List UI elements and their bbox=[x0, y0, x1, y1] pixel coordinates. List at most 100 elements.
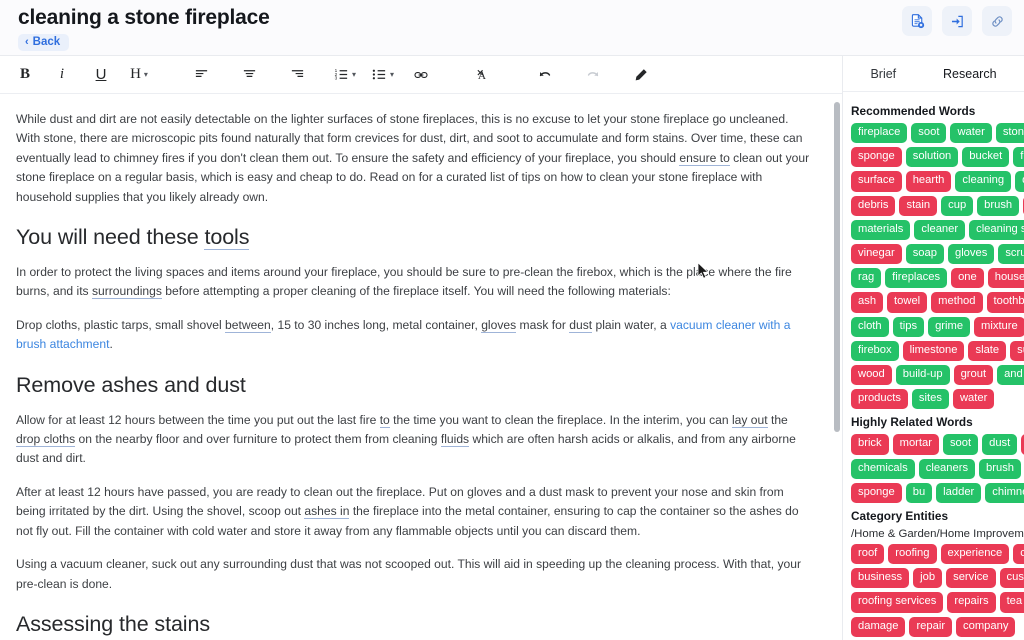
align-center-button[interactable] bbox=[236, 61, 262, 89]
suggestion-tools[interactable]: tools bbox=[204, 225, 249, 251]
word-chip[interactable]: grout bbox=[953, 365, 994, 386]
word-chip[interactable]: hearth bbox=[905, 171, 952, 192]
word-chip[interactable]: cup bbox=[941, 195, 974, 216]
document-scroll-area[interactable]: While dust and dirt are not easily detec… bbox=[0, 94, 842, 640]
word-chip[interactable]: sites bbox=[911, 389, 949, 410]
align-left-button[interactable] bbox=[188, 61, 214, 89]
suggestion-gloves[interactable]: gloves bbox=[481, 317, 517, 333]
word-chip[interactable]: surface bbox=[851, 171, 902, 192]
word-chip[interactable]: mixture bbox=[974, 316, 1024, 337]
copy-link-button[interactable] bbox=[982, 6, 1012, 36]
word-chip[interactable]: tips bbox=[892, 316, 925, 337]
word-chip[interactable]: fireplaces bbox=[885, 268, 948, 289]
ordered-list-button[interactable]: 123 ▾ bbox=[332, 61, 358, 89]
word-chip[interactable]: limestone bbox=[902, 340, 965, 362]
word-chip[interactable]: build-up bbox=[895, 365, 950, 386]
bold-button[interactable]: B bbox=[12, 61, 38, 89]
word-chip[interactable]: materials bbox=[851, 219, 911, 241]
word-chip[interactable]: water bbox=[952, 389, 995, 410]
word-chip[interactable]: sponge bbox=[851, 147, 902, 168]
word-chip[interactable]: co bbox=[1013, 544, 1024, 565]
word-chip[interactable]: one bbox=[951, 268, 984, 289]
editor-vertical-scrollbar[interactable] bbox=[834, 102, 840, 432]
word-chip[interactable]: business bbox=[851, 568, 910, 589]
word-chip[interactable]: firebox bbox=[851, 340, 899, 362]
redo-button[interactable] bbox=[580, 61, 606, 89]
word-chip[interactable]: towel bbox=[887, 292, 928, 313]
export-button[interactable] bbox=[942, 6, 972, 36]
back-button[interactable]: ‹ Back bbox=[18, 34, 70, 51]
word-chip[interactable]: roofing services bbox=[851, 592, 944, 613]
word-chip[interactable]: bucket bbox=[962, 147, 1010, 168]
suggestion-drop-cloths[interactable]: drop cloths bbox=[16, 432, 76, 448]
underline-button[interactable]: U bbox=[88, 61, 114, 89]
word-chip[interactable]: brush bbox=[979, 458, 1022, 479]
tab-research[interactable]: Research bbox=[937, 63, 1003, 85]
word-chip[interactable]: fireplace bbox=[851, 123, 908, 144]
word-chip[interactable]: roofing bbox=[888, 544, 937, 565]
word-chip[interactable]: debris bbox=[851, 195, 896, 216]
word-chip[interactable]: cleaner bbox=[914, 219, 966, 241]
insert-link-button[interactable] bbox=[408, 61, 434, 89]
document-content[interactable]: While dust and dirt are not easily detec… bbox=[16, 110, 814, 640]
word-chip[interactable]: service bbox=[946, 568, 996, 589]
document-settings-button[interactable] bbox=[902, 6, 932, 36]
word-chip[interactable]: ladder bbox=[936, 482, 982, 504]
word-chip[interactable]: repairs bbox=[947, 592, 996, 613]
word-chip[interactable]: bu bbox=[905, 482, 933, 504]
align-right-button[interactable] bbox=[284, 61, 310, 89]
word-chip[interactable]: roof bbox=[851, 544, 885, 565]
word-chip[interactable]: stain bbox=[899, 195, 938, 216]
suggestion-ensure-to[interactable]: ensure to bbox=[679, 150, 730, 166]
word-chip[interactable]: grime bbox=[928, 316, 971, 337]
word-chip[interactable]: wood bbox=[851, 365, 892, 386]
word-chip[interactable]: dirt bbox=[1015, 171, 1024, 192]
word-chip[interactable]: chemicals bbox=[851, 458, 915, 479]
suggestion-between[interactable]: between bbox=[225, 317, 271, 333]
word-chip[interactable]: mortar bbox=[892, 434, 939, 455]
italic-button[interactable]: i bbox=[50, 61, 76, 89]
word-chip[interactable]: scrub brush bbox=[998, 244, 1024, 265]
word-chip[interactable]: chimney bbox=[985, 482, 1024, 504]
word-chip[interactable]: soap bbox=[905, 244, 944, 265]
word-chip[interactable]: damage bbox=[851, 616, 906, 637]
word-chip[interactable]: water bbox=[950, 123, 992, 144]
sidebar-panel[interactable]: Recommended Words fireplace soot water ston… bbox=[843, 92, 1024, 640]
word-chip[interactable]: cleaning bbox=[955, 171, 1012, 192]
suggestion-to[interactable]: to bbox=[379, 412, 390, 428]
heading-button[interactable]: H ▾ bbox=[126, 61, 152, 89]
word-chip[interactable]: toothbrush bbox=[986, 292, 1024, 313]
word-chip[interactable]: method bbox=[931, 292, 983, 313]
undo-button[interactable] bbox=[532, 61, 558, 89]
word-chip[interactable]: solution bbox=[905, 147, 959, 168]
word-chip[interactable]: cust bbox=[999, 568, 1024, 589]
word-chip[interactable]: tea bbox=[999, 592, 1024, 613]
word-chip[interactable]: products bbox=[851, 389, 908, 410]
word-chip[interactable]: cleaners bbox=[918, 458, 976, 479]
word-chip[interactable]: brush bbox=[977, 195, 1020, 216]
word-chip[interactable]: ash bbox=[851, 292, 884, 313]
word-chip[interactable]: slate bbox=[968, 340, 1007, 362]
word-chip[interactable]: vinegar bbox=[851, 244, 902, 265]
bullet-list-button[interactable]: ▾ bbox=[370, 61, 396, 89]
word-chip[interactable]: dust bbox=[982, 434, 1018, 455]
word-chip[interactable]: soot bbox=[942, 434, 979, 455]
suggestion-dust[interactable]: dust bbox=[569, 317, 593, 333]
suggestion-ashes-in[interactable]: ashes in bbox=[304, 504, 350, 520]
word-chip[interactable]: soot bbox=[911, 123, 947, 144]
word-chip[interactable]: job bbox=[913, 568, 943, 589]
edit-pen-button[interactable] bbox=[628, 61, 654, 89]
word-chip[interactable]: and bbox=[997, 365, 1024, 386]
clear-formatting-button[interactable]: A bbox=[470, 61, 496, 89]
word-chip[interactable]: surround bbox=[1010, 340, 1024, 362]
suggestion-fluids[interactable]: fluids bbox=[440, 432, 470, 448]
word-chip[interactable]: stone bbox=[995, 123, 1024, 144]
word-chip[interactable]: cleaning solution bbox=[969, 219, 1024, 241]
word-chip[interactable]: fire bbox=[1013, 147, 1024, 168]
word-chip[interactable]: brick bbox=[851, 434, 889, 455]
suggestion-lay-out[interactable]: lay out bbox=[731, 412, 768, 428]
tab-brief[interactable]: Brief bbox=[864, 63, 902, 85]
word-chip[interactable]: company bbox=[956, 616, 1016, 637]
word-chip[interactable]: sponge bbox=[851, 482, 902, 504]
word-chip[interactable]: cloth bbox=[851, 316, 889, 337]
